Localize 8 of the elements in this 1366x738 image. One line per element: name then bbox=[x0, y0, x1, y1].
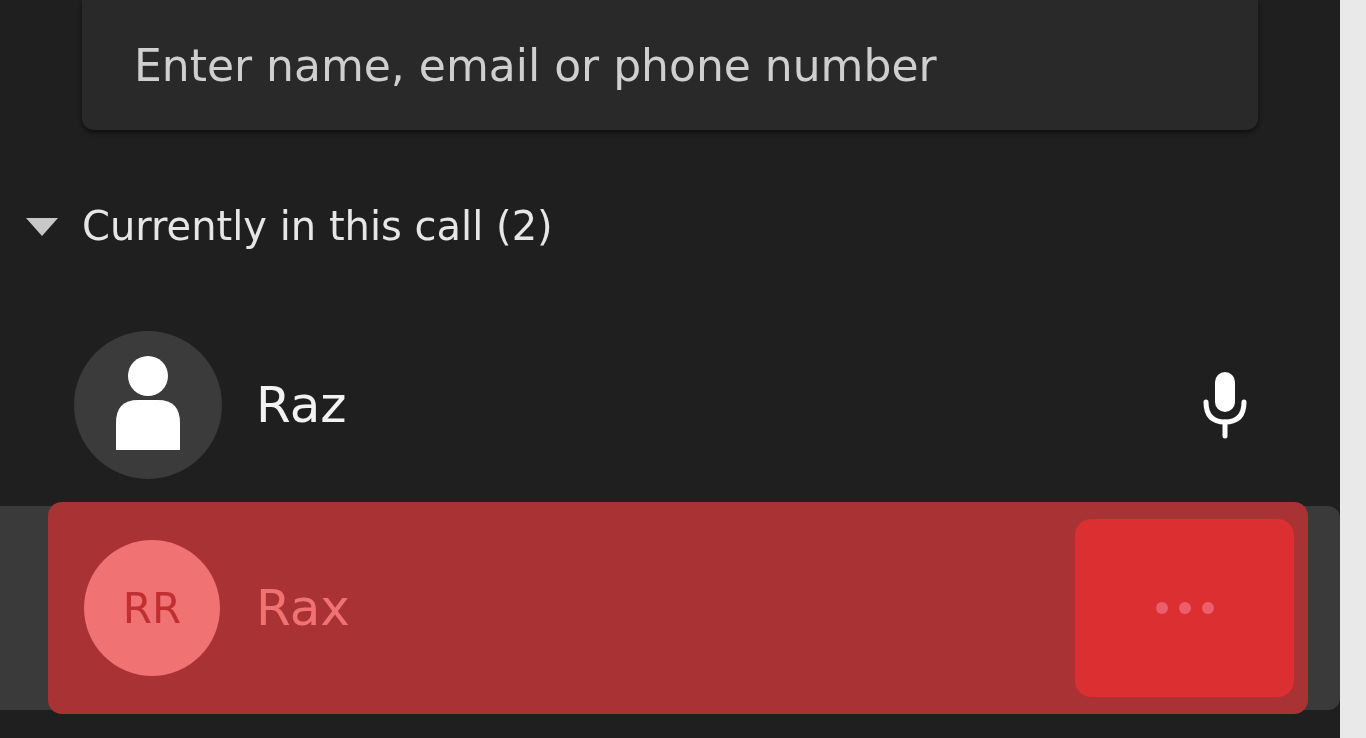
avatar-initials: RR bbox=[84, 540, 220, 676]
more-icon bbox=[1154, 601, 1215, 615]
participant-name: Rax bbox=[256, 579, 350, 637]
participant-row[interactable]: Raz bbox=[0, 330, 1340, 480]
participant-name: Raz bbox=[256, 376, 347, 434]
search-field[interactable]: Enter name, email or phone number bbox=[82, 0, 1258, 130]
avatar-icon bbox=[74, 331, 222, 479]
section-title: Currently in this call (2) bbox=[82, 203, 553, 249]
